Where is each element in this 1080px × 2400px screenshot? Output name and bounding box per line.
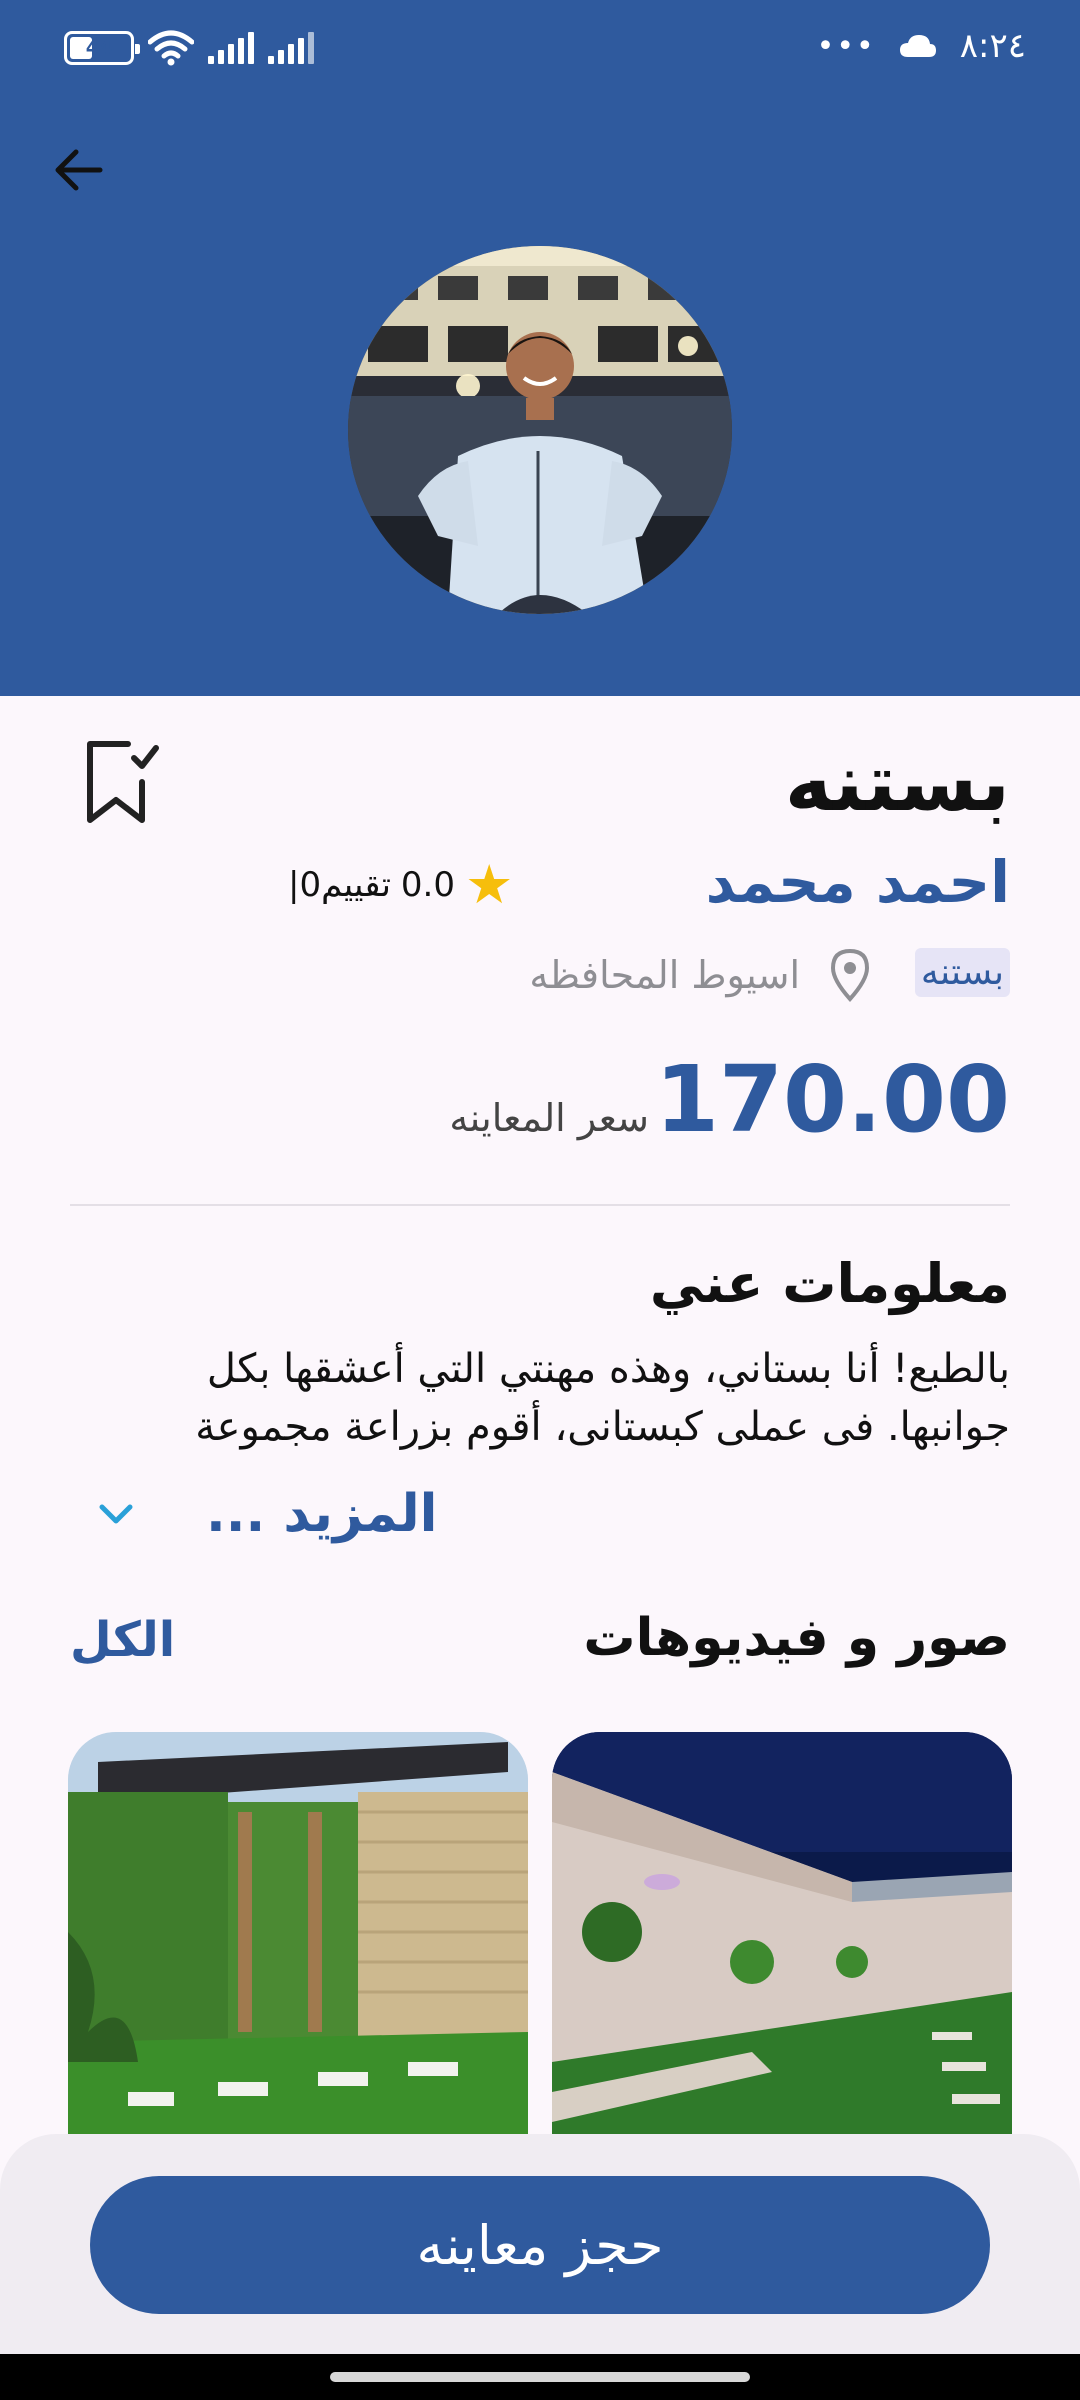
home-handle[interactable] [330,2372,750,2382]
category-tag: بستنه [914,948,1010,997]
garden-photo [68,1732,528,2142]
status-left-icons: 44 [64,30,314,66]
signal-icon [208,32,254,64]
location-pin-icon [830,948,870,1002]
price-row: 170.00 سعر المعاينه [449,1046,1010,1153]
location: اسيوط المحافظه [529,948,870,1002]
service-title: بستنه [784,736,1010,829]
back-button[interactable] [48,140,108,200]
avatar [348,246,732,614]
provider-name[interactable]: احمد محمد [706,848,1010,916]
garden-photo [552,1732,1012,2142]
wifi-icon [148,30,194,66]
battery-icon: 44 [64,31,140,65]
signal-icon [268,32,314,64]
media-thumbnail[interactable] [68,1732,528,2142]
about-text: بالطبع! أنا بستاني، وهذه مهنتي التي أعشق… [195,1346,1010,1450]
view-all-link[interactable]: الكل [70,1612,175,1668]
price-value: 170.00 [654,1046,1010,1153]
system-nav-bar [0,2354,1080,2400]
arrow-left-icon [55,149,103,191]
cloud-icon [899,35,936,57]
status-time: ٨:٢٤ [959,26,1026,66]
profile-photo [348,246,732,614]
location-text: اسيوط المحافظه [529,953,800,997]
rating-count: |0تقييم [288,865,391,905]
media-title: صور و فيديوهات [583,1608,1010,1668]
book-inspection-button[interactable]: حجز معاينه [90,2176,990,2314]
bookmark-button[interactable] [82,738,162,828]
star-icon: ★ [464,853,514,916]
status-bar: 44 ••• ٨:٢٤ [0,0,1080,100]
more-indicator: ••• [816,28,876,64]
about-title: معلومات عني [649,1252,1010,1315]
price-label: سعر المعاينه [449,1096,649,1140]
show-more-button[interactable]: المزيد ... [96,1484,438,1544]
battery-text: 44 [85,37,113,59]
profile-header: 44 ••• ٨:٢٤ [0,0,1080,696]
rating-value: 0.0 [400,865,455,905]
chevron-down-icon [99,1504,133,1524]
status-right: ••• ٨:٢٤ [817,26,1026,66]
divider [70,1204,1010,1206]
rating: |0تقييم 0.0 ★ [288,858,513,912]
bookmark-check-icon [87,741,159,823]
media-thumbnail[interactable] [552,1732,1012,2142]
show-more-label: المزيد ... [206,1484,438,1544]
